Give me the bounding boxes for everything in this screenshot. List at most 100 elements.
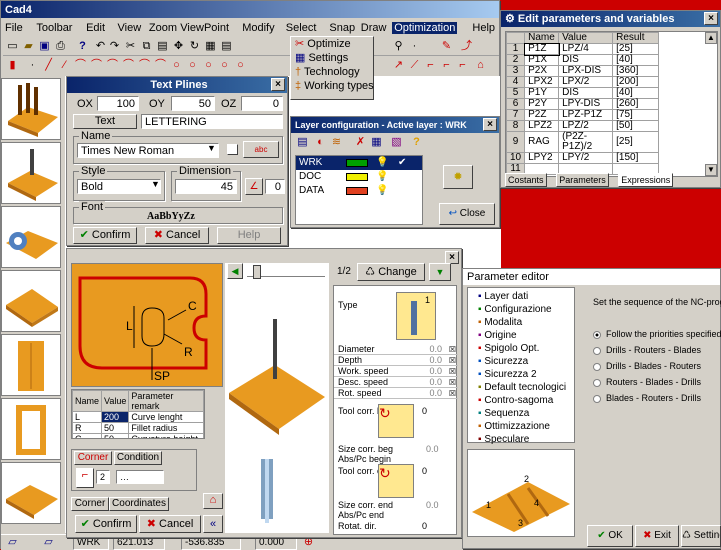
- thumb-panel-vertical[interactable]: [1, 334, 61, 396]
- cut-icon[interactable]: ✂: [123, 39, 138, 54]
- corner-value-field[interactable]: 2: [96, 470, 110, 484]
- radio-button[interactable]: [593, 394, 601, 403]
- circle-3-icon[interactable]: ○: [201, 58, 216, 73]
- close-button[interactable]: ↩ Close: [439, 203, 495, 225]
- table-row[interactable]: 6 P2Y LPY-DIS [260]: [506, 98, 660, 110]
- zoom-icon[interactable]: ⚲: [391, 39, 406, 54]
- menu-help[interactable]: Help: [472, 22, 495, 34]
- thumb-drill-single[interactable]: [1, 142, 61, 204]
- table-cell[interactable]: [360]: [612, 65, 660, 77]
- table-cell[interactable]: [50]: [612, 120, 660, 132]
- style-select[interactable]: Bold: [77, 179, 161, 194]
- sequence-option[interactable]: Routers - Blades - Drills: [593, 377, 721, 393]
- grid-icon[interactable]: ▦: [203, 39, 218, 54]
- table-cell[interactable]: DIS: [558, 87, 614, 99]
- table-row[interactable]: 2 P1X DIS [40]: [506, 54, 660, 66]
- tool-param-row[interactable]: Diameter 0.0 ☒: [334, 344, 458, 355]
- lock-icon[interactable]: ☒: [449, 377, 456, 388]
- point-icon[interactable]: ·: [407, 39, 422, 54]
- menu-optimization[interactable]: Optimization: [392, 22, 458, 34]
- bulb-icon[interactable]: 💡: [376, 184, 388, 198]
- layer-row[interactable]: WRK 💡 ✔: [296, 156, 422, 170]
- thumb-round-cut[interactable]: [1, 206, 61, 268]
- thumb-frame[interactable]: [1, 398, 61, 460]
- tree-item[interactable]: ▪ Layer dati: [470, 290, 572, 303]
- scroll-down-icon[interactable]: ▼: [705, 164, 717, 176]
- redo-icon[interactable]: ↷: [107, 39, 122, 54]
- new-file-icon[interactable]: ▭: [5, 39, 20, 54]
- menu-file[interactable]: File: [5, 22, 23, 34]
- radio-button[interactable]: [593, 346, 601, 355]
- layers-icon[interactable]: ▤: [219, 39, 234, 54]
- table-cell[interactable]: LPZ/4: [558, 43, 614, 55]
- lock-icon[interactable]: ☒: [449, 355, 456, 366]
- table-row[interactable]: 10 LPY2 LPY/2 [150]: [506, 152, 660, 164]
- table-cell[interactable]: [150]: [612, 152, 660, 164]
- print-icon[interactable]: ⎙: [53, 39, 68, 54]
- ok-button[interactable]: ✔ OK: [587, 525, 633, 547]
- layer-config-titlebar[interactable]: Layer configuration - Active layer : WRK: [291, 117, 499, 133]
- tool-param-row[interactable]: Rot. speed 0.0 ☒: [334, 388, 458, 399]
- menu-settings[interactable]: ▦ Settings: [291, 51, 373, 65]
- home-icon[interactable]: ⌂: [473, 58, 488, 73]
- merge-layer-icon[interactable]: ▦: [369, 135, 384, 150]
- undo-icon[interactable]: ↶: [93, 39, 108, 54]
- table-cell[interactable]: P1X: [524, 54, 560, 66]
- table-row[interactable]: 3 P2X LPX-DIS [360]: [506, 65, 660, 77]
- text-plines-titlebar[interactable]: Text Plines: [67, 77, 287, 93]
- cancel-button[interactable]: ✖ Cancel: [145, 227, 209, 244]
- table-cell[interactable]: P1Z: [523, 42, 560, 56]
- tool-param-row[interactable]: Work. speed 0.0 ☒: [334, 366, 458, 377]
- tree-item[interactable]: ▪ Sicurezza: [470, 355, 572, 368]
- angle-field[interactable]: 0: [265, 179, 285, 194]
- move-icon[interactable]: ✥: [171, 39, 186, 54]
- menu-working-types[interactable]: ‡ Working types: [291, 79, 374, 93]
- table-cell[interactable]: LPX-DIS: [558, 65, 614, 77]
- tab-parameters[interactable]: Parameters: [556, 173, 609, 187]
- table-cell[interactable]: DIS: [558, 54, 614, 66]
- sequence-option[interactable]: Follow the priorities specified in the: [593, 329, 721, 345]
- arc-6-icon[interactable]: ⌒: [153, 58, 168, 73]
- layer-props-button[interactable]: ✹: [443, 165, 473, 189]
- block-icon[interactable]: ▮: [5, 58, 20, 73]
- thumb-panel-top[interactable]: [1, 270, 61, 332]
- style-arrow-icon[interactable]: ▼: [151, 179, 160, 189]
- table-cell[interactable]: LPX/2: [558, 76, 614, 88]
- tree-item[interactable]: ▪ Sicurezza 2: [470, 368, 572, 381]
- angle-button[interactable]: ∠: [245, 178, 263, 195]
- table-cell[interactable]: [200]: [612, 76, 660, 88]
- column-header[interactable]: Name: [524, 32, 560, 44]
- extend-icon[interactable]: ⌐: [423, 58, 438, 73]
- tree-item[interactable]: ▪ Sequenza: [470, 407, 572, 420]
- thumb-drill-block[interactable]: [1, 78, 61, 140]
- parameter-editor-titlebar[interactable]: Parameter editor: [463, 269, 720, 285]
- tree-item[interactable]: ▪ Contro-sagoma: [470, 394, 572, 407]
- circle-2-icon[interactable]: ○: [185, 58, 200, 73]
- table-row[interactable]: 4 LPX2 LPX/2 [200]: [506, 76, 660, 88]
- table-cell[interactable]: RAG: [524, 131, 560, 153]
- menu-modify[interactable]: Modify: [242, 22, 274, 34]
- menu-draw[interactable]: Draw: [361, 22, 387, 34]
- pen-icon[interactable]: ✎: [439, 39, 454, 54]
- tree-item[interactable]: ▪ Configurazione: [470, 303, 572, 316]
- menu-toolbar[interactable]: Toolbar: [36, 22, 72, 34]
- table-row[interactable]: 1 P1Z LPZ/4 [25]: [506, 42, 660, 56]
- arc-3-icon[interactable]: ⌒: [105, 58, 120, 73]
- settings-button[interactable]: ♺ Settings: [681, 525, 721, 547]
- fillet-icon[interactable]: ⌐: [455, 58, 470, 73]
- tool-change-button[interactable]: ⌂: [203, 493, 223, 509]
- table-cell[interactable]: [25]: [612, 43, 660, 55]
- color-layer-icon[interactable]: ◐: [313, 135, 328, 150]
- table-row[interactable]: 7 P2Z LPZ-P1Z [75]: [506, 109, 660, 121]
- close-icon[interactable]: ×: [483, 118, 497, 131]
- arc-4-icon[interactable]: ⌒: [121, 58, 136, 73]
- open-file-icon[interactable]: ▰: [21, 39, 36, 54]
- close-icon[interactable]: ×: [271, 78, 285, 91]
- table-cell[interactable]: 50: [101, 422, 130, 434]
- radio-button[interactable]: [593, 330, 601, 339]
- curve-icon[interactable]: ⤴: [459, 39, 474, 54]
- menu-optimize[interactable]: ✂ Optimize: [291, 37, 373, 51]
- coordinates-tab[interactable]: Coordinates: [109, 497, 169, 511]
- line-icon[interactable]: ╱: [41, 58, 56, 73]
- menu-technology[interactable]: † Technology: [291, 65, 373, 79]
